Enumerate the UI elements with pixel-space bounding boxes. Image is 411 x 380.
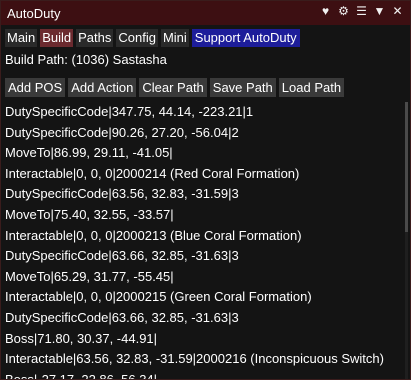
collapse-icon[interactable]: ▼ — [373, 4, 386, 18]
path-entry-list: DutySpecificCode|347.75, 44.14, -223.21|… — [1, 102, 405, 379]
save-path-button[interactable]: Save Path — [209, 78, 276, 97]
autoduty-window: AutoDuty ♥ ⚙ ☰ ▼ ✕ Main Build Paths Conf… — [0, 0, 411, 380]
list-item[interactable]: Interactable|0, 0, 0|2000214 (Red Coral … — [1, 164, 405, 185]
list-item[interactable]: DutySpecificCode|347.75, 44.14, -223.21|… — [1, 102, 405, 123]
list-item[interactable]: Boss|71.80, 30.37, -44.91| — [1, 329, 405, 350]
tab-config[interactable]: Config — [116, 29, 158, 47]
tab-support-autoduty[interactable]: Support AutoDuty — [191, 29, 300, 47]
tab-build[interactable]: Build — [40, 29, 74, 47]
title-bar[interactable]: AutoDuty ♥ ⚙ ☰ ▼ ✕ — [1, 1, 410, 25]
load-path-button[interactable]: Load Path — [278, 78, 345, 97]
list-item[interactable]: DutySpecificCode|90.26, 27.20, -56.04|2 — [1, 123, 405, 144]
tab-paths[interactable]: Paths — [76, 29, 114, 47]
tab-bar: Main Build Paths Config Mini Support Aut… — [5, 29, 300, 47]
list-scrollbar[interactable] — [405, 102, 408, 379]
heart-icon[interactable]: ♥ — [319, 4, 332, 18]
list-item[interactable]: Interactable|0, 0, 0|2000213 (Blue Coral… — [1, 226, 405, 247]
list-item[interactable]: DutySpecificCode|63.66, 32.85, -31.63|3 — [1, 246, 405, 267]
tab-mini[interactable]: Mini — [160, 29, 189, 47]
add-action-button[interactable]: Add Action — [68, 78, 137, 97]
list-item[interactable]: DutySpecificCode|63.66, 32.85, -31.63|3 — [1, 308, 405, 329]
title-bar-icons: ♥ ⚙ ☰ ▼ ✕ — [319, 4, 404, 18]
window-title: AutoDuty — [7, 5, 61, 21]
scrollbar-thumb[interactable] — [405, 102, 408, 232]
add-pos-button[interactable]: Add POS — [5, 78, 66, 97]
clear-path-button[interactable]: Clear Path — [139, 78, 207, 97]
build-path-label: Build Path: (1036) Sastasha — [5, 52, 167, 67]
menu-icon[interactable]: ☰ — [355, 4, 368, 18]
list-item[interactable]: MoveTo|86.99, 29.11, -41.05| — [1, 143, 405, 164]
list-item[interactable]: Interactable|63.56, 32.83, -31.59|200021… — [1, 349, 405, 370]
build-toolbar: Add POS Add Action Clear Path Save Path … — [5, 78, 345, 97]
list-item[interactable]: Interactable|0, 0, 0|2000215 (Green Cora… — [1, 287, 405, 308]
gear-icon[interactable]: ⚙ — [337, 4, 350, 18]
list-item[interactable]: DutySpecificCode|63.56, 32.83, -31.59|3 — [1, 184, 405, 205]
list-item[interactable]: MoveTo|65.29, 31.77, -55.45| — [1, 267, 405, 288]
close-icon[interactable]: ✕ — [391, 4, 404, 18]
tab-main[interactable]: Main — [5, 29, 38, 47]
list-item[interactable]: MoveTo|75.40, 32.55, -33.57| — [1, 205, 405, 226]
list-item[interactable]: Boss|-27.17, 22.86, 56.34| — [1, 370, 405, 379]
